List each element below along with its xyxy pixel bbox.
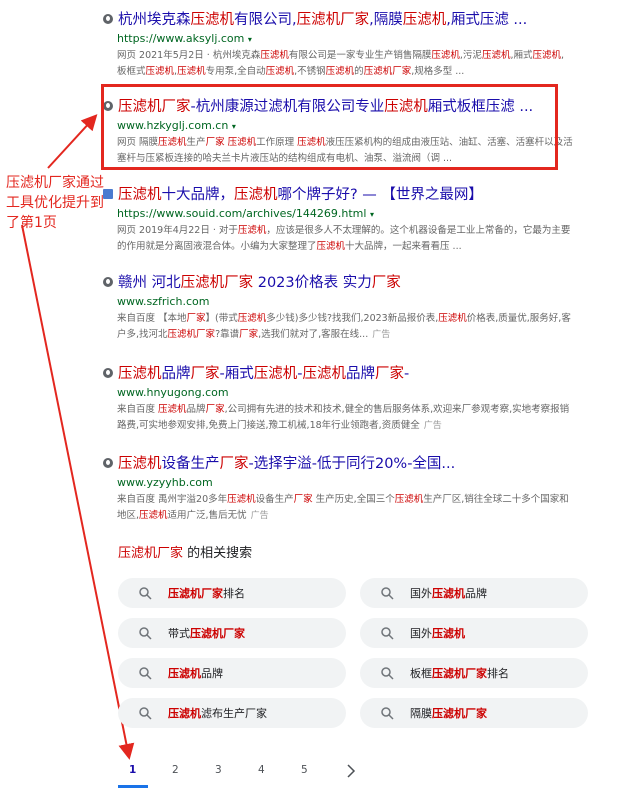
search-icon — [139, 627, 152, 640]
related-search-chip[interactable]: 压滤机厂家 排名 — [118, 578, 346, 608]
related-search-chip[interactable]: 国外 压滤机 品牌 — [360, 578, 588, 608]
related-searches-title: 压滤机厂家 的相关搜索 — [118, 546, 253, 561]
related-search-chip[interactable]: 国外 压滤机 — [360, 618, 588, 648]
arrow-icon — [47, 114, 98, 169]
related-search-chip[interactable]: 压滤机 品牌 — [118, 658, 346, 688]
page-2-link[interactable]: 2 — [172, 764, 179, 776]
related-search-chip[interactable]: 带式 压滤机厂家 — [118, 618, 346, 648]
related-search-chip[interactable]: 隔膜 压滤机厂家 — [360, 698, 588, 728]
chevron-right-icon[interactable] — [345, 764, 357, 778]
search-icon — [381, 667, 394, 680]
page-3-link[interactable]: 3 — [215, 764, 222, 776]
search-icon — [381, 707, 394, 720]
search-icon — [139, 587, 152, 600]
arrow-icon — [21, 224, 135, 760]
search-icon — [139, 707, 152, 720]
search-icon — [139, 667, 152, 680]
page-5-link[interactable]: 5 — [301, 764, 308, 776]
related-search-chip[interactable]: 压滤机 滤布生产厂家 — [118, 698, 346, 728]
current-page-indicator — [118, 785, 148, 788]
search-icon — [381, 627, 394, 640]
page-4-link[interactable]: 4 — [258, 764, 265, 776]
search-icon — [381, 587, 394, 600]
page-1-link[interactable]: 1 — [129, 764, 136, 776]
related-search-chip[interactable]: 板框 压滤机厂家 排名 — [360, 658, 588, 688]
